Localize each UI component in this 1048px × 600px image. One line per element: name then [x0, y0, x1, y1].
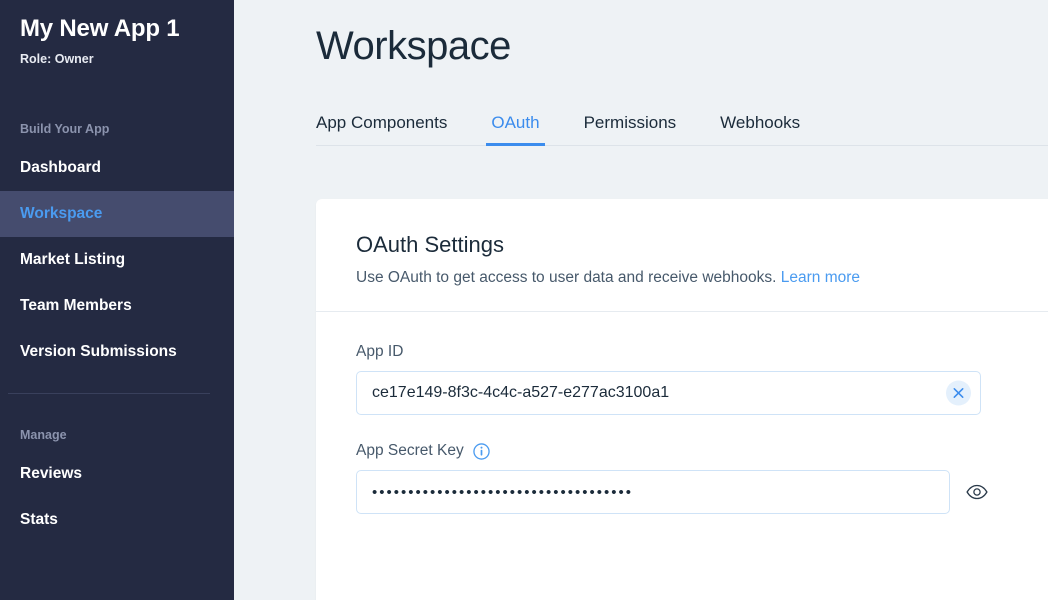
field-app-secret: App Secret Key •••••••••••••••••••••••••… [356, 441, 1048, 514]
sidebar-section-manage: Manage Reviews Stats [0, 427, 234, 543]
app-secret-input-wrap: •••••••••••••••••••••••••••••••••••• [356, 470, 950, 514]
main-content: Workspace App Components OAuth Permissio… [234, 0, 1048, 600]
app-id-input[interactable] [356, 371, 981, 415]
app-secret-label-text: App Secret Key [356, 441, 464, 461]
field-app-id: App ID [356, 342, 1048, 415]
tab-app-components[interactable]: App Components [316, 113, 447, 146]
app-role-label: Role: Owner [20, 51, 214, 67]
sidebar: My New App 1 Role: Owner Build Your App … [0, 0, 234, 600]
app-secret-reveal-button[interactable] [965, 480, 989, 504]
sidebar-section-build: Build Your App Dashboard Workspace Marke… [0, 121, 234, 375]
tab-label: OAuth [491, 113, 539, 132]
app-title: My New App 1 [20, 14, 214, 44]
sidebar-item-label: Stats [20, 511, 58, 529]
sidebar-item-label: Workspace [20, 205, 102, 223]
tab-oauth[interactable]: OAuth [491, 113, 539, 146]
sidebar-item-dashboard[interactable]: Dashboard [0, 145, 234, 191]
tab-label: Permissions [584, 113, 677, 132]
tab-permissions[interactable]: Permissions [584, 113, 677, 146]
sidebar-item-label: Reviews [20, 465, 82, 483]
eye-icon [966, 484, 988, 500]
sidebar-item-workspace[interactable]: Workspace [0, 191, 234, 237]
app-secret-input-row: •••••••••••••••••••••••••••••••••••• [356, 470, 1048, 514]
sidebar-item-reviews[interactable]: Reviews [0, 451, 234, 497]
card-subtitle: Use OAuth to get access to user data and… [356, 267, 1048, 289]
sidebar-section-label-build: Build Your App [0, 121, 234, 137]
tab-label: Webhooks [720, 113, 800, 132]
sidebar-item-stats[interactable]: Stats [0, 497, 234, 543]
tab-label: App Components [316, 113, 447, 132]
sidebar-item-label: Dashboard [20, 159, 101, 177]
oauth-settings-card: OAuth Settings Use OAuth to get access t… [316, 199, 1048, 600]
sidebar-section-label-manage: Manage [0, 427, 234, 443]
sidebar-header: My New App 1 Role: Owner [0, 0, 234, 67]
card-title: OAuth Settings [356, 231, 1048, 259]
sidebar-item-version-submissions[interactable]: Version Submissions [0, 329, 234, 375]
card-body: App ID [316, 312, 1048, 514]
sidebar-item-team-members[interactable]: Team Members [0, 283, 234, 329]
tab-bar: App Components OAuth Permissions Webhook… [234, 98, 1048, 146]
card-subtitle-text: Use OAuth to get access to user data and… [356, 269, 776, 286]
sidebar-item-label: Team Members [20, 297, 132, 315]
sidebar-item-label: Version Submissions [20, 343, 177, 361]
app-secret-input[interactable]: •••••••••••••••••••••••••••••••••••• [356, 470, 950, 514]
app-id-label: App ID [356, 342, 1048, 362]
sidebar-item-market-listing[interactable]: Market Listing [0, 237, 234, 283]
app-id-input-row [356, 371, 1048, 415]
page-title: Workspace [234, 0, 1048, 72]
sidebar-item-label: Market Listing [20, 251, 125, 269]
app-id-input-wrap [356, 371, 981, 415]
card-header: OAuth Settings Use OAuth to get access t… [316, 199, 1048, 312]
app-id-label-text: App ID [356, 342, 403, 362]
info-icon[interactable] [473, 443, 490, 460]
sidebar-divider [8, 393, 210, 394]
app-root: My New App 1 Role: Owner Build Your App … [0, 0, 1048, 600]
close-icon [953, 388, 964, 399]
app-id-clear-button[interactable] [946, 381, 971, 406]
sidebar-nav-build: Dashboard Workspace Market Listing Team … [0, 145, 234, 375]
tab-webhooks[interactable]: Webhooks [720, 113, 800, 146]
learn-more-link[interactable]: Learn more [781, 269, 860, 286]
sidebar-nav-manage: Reviews Stats [0, 451, 234, 543]
app-secret-label: App Secret Key [356, 441, 1048, 461]
